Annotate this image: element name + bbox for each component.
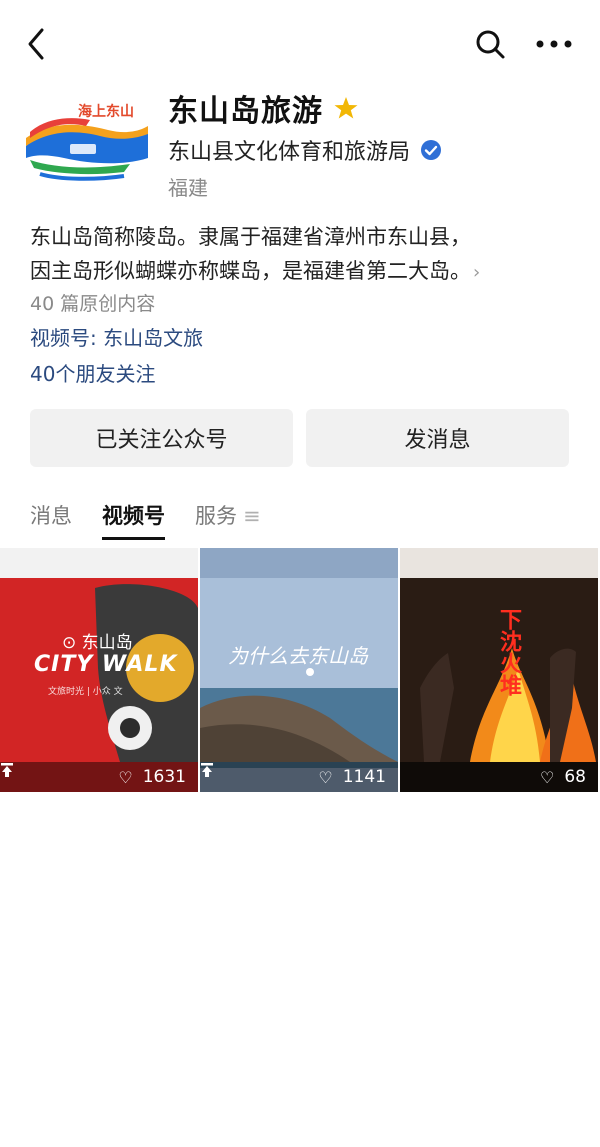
video-1-likes: 1631: [142, 767, 186, 787]
video-1-subtitle: 文旅时光 | 小众 文: [48, 687, 123, 697]
top-bar: [0, 0, 600, 88]
video-2-stats: ♡ 1141: [200, 762, 398, 792]
video-thumbnail-2[interactable]: 为什么去东山岛 ♡ 1141: [200, 548, 398, 792]
chevron-right-icon[interactable]: ›: [473, 262, 480, 283]
more-icon: [536, 40, 572, 48]
video-thumbnail-3[interactable]: 下沈火堆 ♡ 68: [400, 548, 598, 792]
location-pin-icon: ⊙: [62, 633, 77, 653]
avatar[interactable]: 海上东山: [20, 88, 152, 196]
menu-icon: ≡: [243, 504, 261, 528]
more-button[interactable]: [530, 24, 578, 64]
video-1-location: 东山岛: [81, 633, 133, 653]
friends-following-link[interactable]: 40个朋友关注: [30, 358, 155, 387]
organization-name: 东山县文化体育和旅游局: [168, 140, 411, 165]
star-icon[interactable]: [333, 95, 359, 121]
pin-icon: [1, 763, 13, 777]
description-line-1: 东山岛简称陵岛。隶属于福建省漳州市东山县，: [30, 225, 471, 249]
video-2-artwork: [200, 548, 398, 792]
heart-icon: ♡: [318, 767, 333, 787]
tab-channels[interactable]: 视频号: [102, 500, 165, 540]
heart-icon: ♡: [118, 767, 133, 787]
tab-messages[interactable]: 消息: [30, 500, 72, 540]
video-2-title: 为什么去东山岛: [228, 644, 368, 668]
search-icon: [476, 30, 505, 59]
search-button[interactable]: [470, 24, 510, 64]
tab-bar: 消息 视频号 服务 ≡: [30, 500, 261, 542]
tab-services-label: 服务: [195, 504, 237, 528]
video-3-title: 下沈火堆: [496, 608, 521, 696]
description-line-2-text: 因主岛形似蝴蝶亦称蝶岛，是福建省第二大岛。: [30, 259, 471, 283]
account-name: 东山岛旅游: [168, 94, 323, 129]
channel-link[interactable]: 视频号: 东山岛文旅: [30, 322, 203, 351]
description-line-2: 因主岛形似蝴蝶亦称蝶岛，是福建省第二大岛。 ›: [30, 254, 575, 290]
video-grid: ⊙ 东山岛 CITY WALK 文旅时光 | 小众 文 ♡ 1631 为什么去东…: [0, 548, 600, 792]
video-3-likes: 68: [564, 767, 586, 787]
video-2-likes: 1141: [342, 767, 386, 787]
region-label: 福建: [168, 176, 208, 200]
verified-icon: [421, 140, 442, 160]
back-button[interactable]: [18, 24, 58, 64]
followed-button[interactable]: 已关注公众号: [30, 409, 293, 467]
chevron-left-icon: [28, 28, 44, 60]
account-description[interactable]: 东山岛简称陵岛。隶属于福建省漳州市东山县， 因主岛形似蝴蝶亦称蝶岛，是福建省第二…: [30, 220, 575, 290]
video-1-stats: ♡ 1631: [0, 762, 198, 792]
profile-header: 海上东山 东山岛旅游 东山县文化体育和旅游局 福建: [20, 86, 580, 206]
video-thumbnail-1[interactable]: ⊙ 东山岛 CITY WALK 文旅时光 | 小众 文 ♡ 1631: [0, 548, 198, 792]
heart-icon: ♡: [540, 767, 555, 787]
pin-icon: [201, 763, 213, 777]
avatar-logo-text: 海上东山: [78, 103, 134, 120]
original-content-count: 40 篇原创内容: [30, 293, 156, 315]
tab-services[interactable]: 服务 ≡: [195, 500, 261, 540]
send-message-button[interactable]: 发消息: [306, 409, 569, 467]
video-3-stats: ♡ 68: [400, 762, 598, 792]
video-1-title: CITY WALK: [34, 652, 178, 677]
